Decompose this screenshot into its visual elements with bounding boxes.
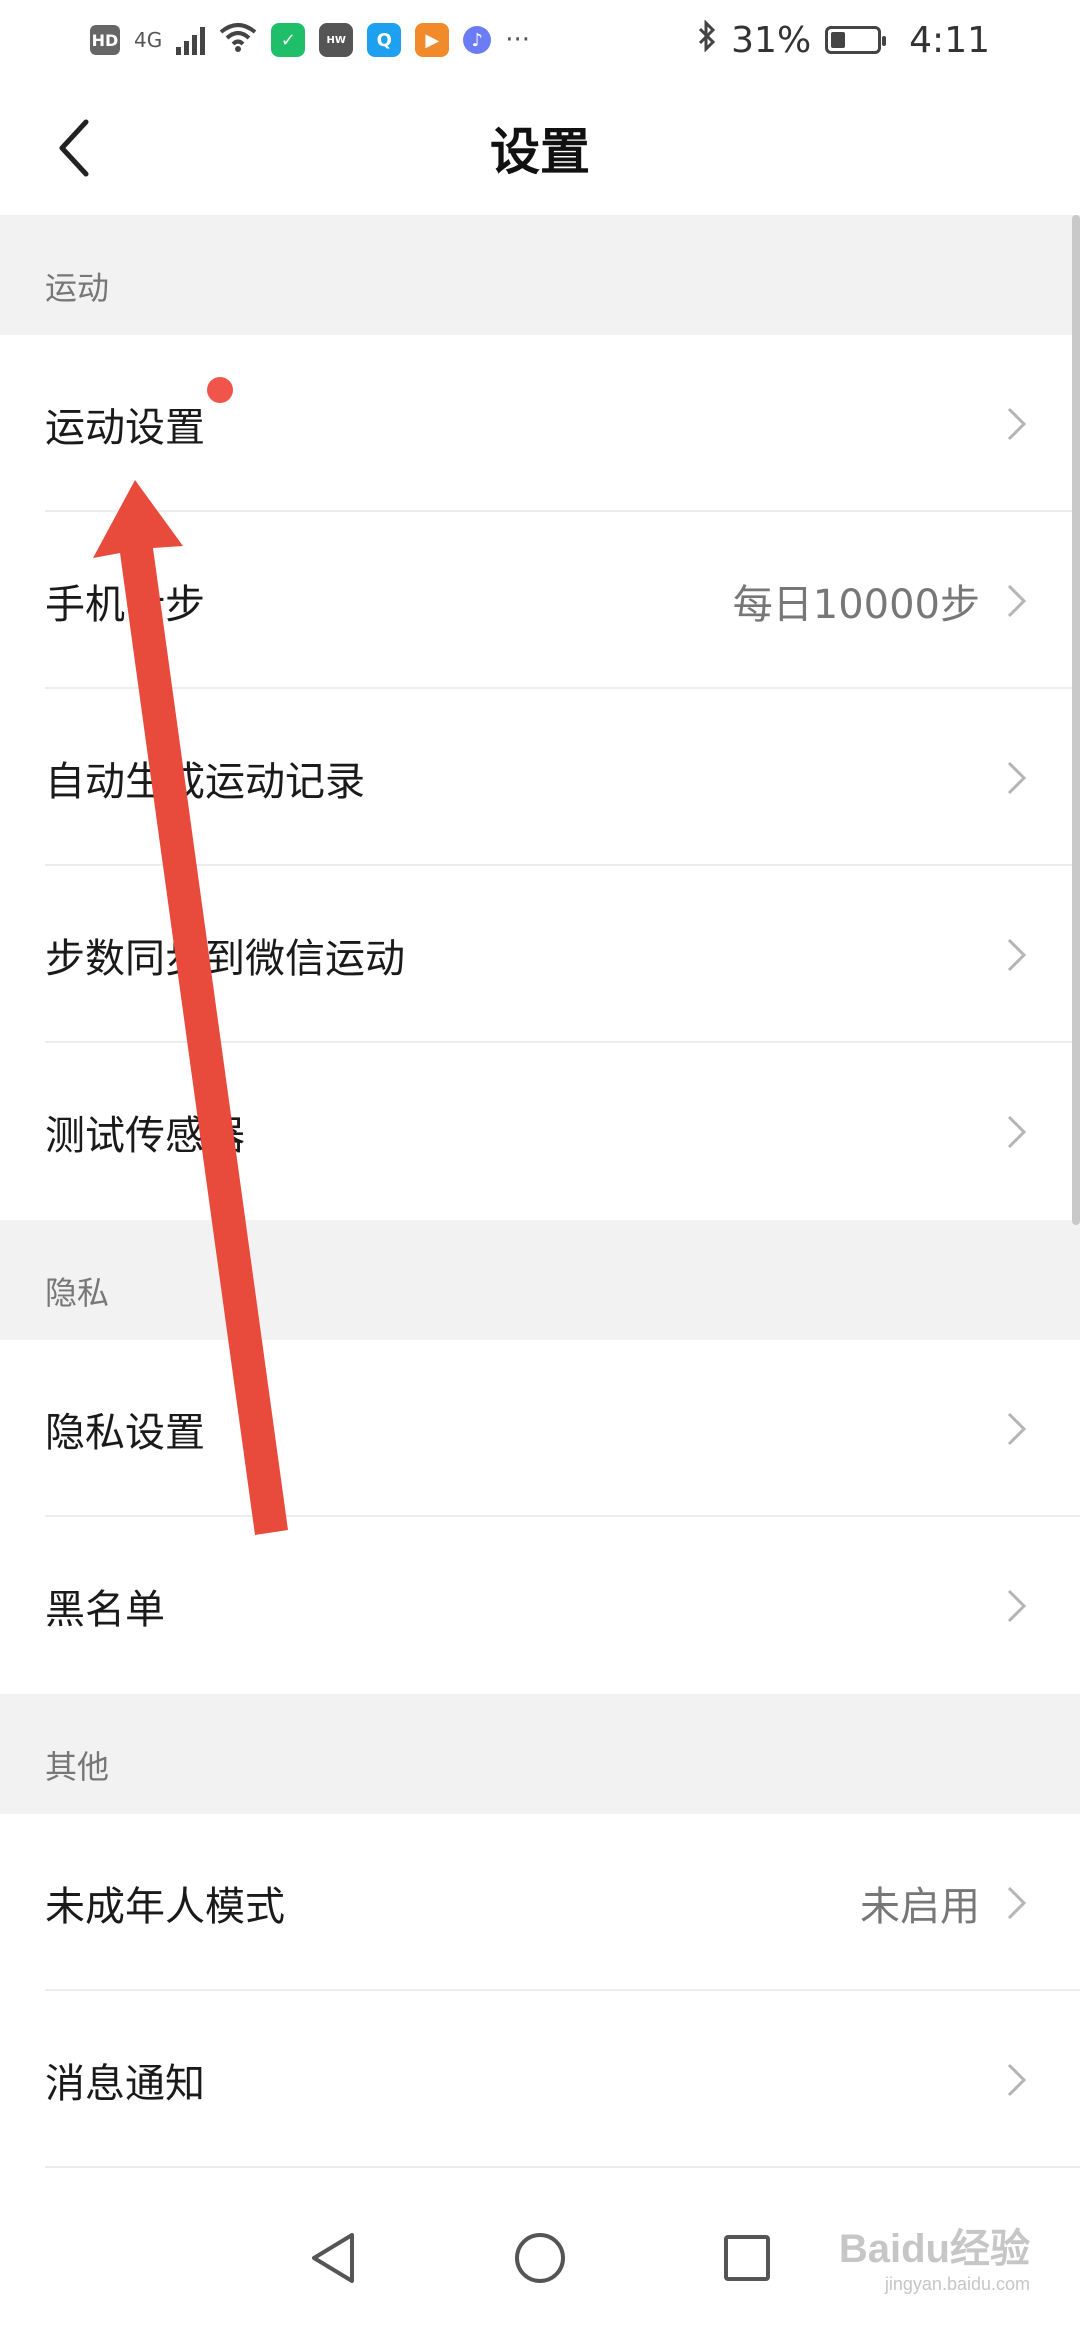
nav-home-button[interactable] [510,2228,570,2288]
triangle-back-icon [312,2232,355,2283]
signal-icon [176,25,206,55]
row-label: 测试传感器 [45,1112,245,1159]
network-type: 4G [134,28,163,52]
status-left: HD 4G ✓ HW Q ▶ ♪ ··· [90,20,530,61]
row-label: 消息通知 [45,2060,205,2107]
huawei-icon: HW [319,23,354,57]
nav-bar: 设置 [0,80,1080,215]
page-title: 设置 [490,122,590,181]
section-header-privacy: 隐私 [0,1220,1080,1340]
scrollbar[interactable] [1072,215,1080,1225]
row-privacy-settings[interactable]: 隐私设置 [0,1340,1080,1517]
row-auto-record[interactable]: 自动生成运动记录 [0,689,1080,866]
bluetooth-icon [697,18,717,61]
status-bar: HD 4G ✓ HW Q ▶ ♪ ··· 31% 4:11 [0,0,1080,80]
notification-dot [207,376,233,403]
row-test-sensor[interactable]: 测试传感器 [0,1043,1080,1220]
row-label: 未成年人模式 [45,1883,285,1930]
row-minor-mode[interactable]: 未成年人模式 未启用 [0,1814,1080,1991]
chevron-right-icon [1007,1886,1027,1919]
battery-level [831,32,846,48]
chevron-right-icon [1007,1589,1027,1622]
square-recents-icon [723,2234,770,2281]
chevron-right-icon [1007,407,1027,440]
section-header-sport: 运动 [0,215,1080,335]
row-blacklist[interactable]: 黑名单 [0,1517,1080,1694]
search-app-icon: Q [367,23,402,57]
chevron-right-icon [1007,938,1027,971]
section-header-other: 其他 [0,1694,1080,1814]
row-label-text: 运动设置 [45,404,205,451]
row-label: 黑名单 [45,1586,165,1633]
row-wechat-sync[interactable]: 步数同步到微信运动 [0,866,1080,1043]
watermark-url: jingyan.baidu.com [884,2274,1030,2294]
row-notifications[interactable]: 消息通知 [0,1991,1080,2168]
chevron-right-icon [1007,1115,1027,1148]
baidu-watermark: Baidu经验 jingyan.baidu.com [839,2216,1030,2295]
more-notifications: ··· [505,25,531,55]
row-value: 未启用 [860,1883,980,1930]
row-label: 隐私设置 [45,1409,205,1456]
row-value: 每日10000步 [732,581,980,628]
circle-home-icon [514,2232,565,2283]
chevron-right-icon [1007,584,1027,617]
battery-icon [825,26,887,54]
chevron-right-icon [1007,761,1027,794]
hd-icon: HD [90,25,120,55]
video-app-icon: ▶ [415,23,450,57]
chevron-right-icon [1007,2063,1027,2096]
clock: 4:11 [909,19,990,61]
battery-percent: 31% [731,19,812,61]
nav-recent-button[interactable] [717,2228,777,2288]
row-label: 运动设置 [45,376,233,453]
chevron-right-icon [1007,1412,1027,1445]
row-sport-settings[interactable]: 运动设置 [0,335,1080,512]
row-phone-pedometer[interactable]: 手机计步 每日10000步 [0,512,1080,689]
settings-list: 运动 运动设置 手机计步 每日10000步 自动生成运动记录 步数同步到微信运动… [0,215,1080,2168]
chevron-left-icon [59,119,89,177]
music-app-icon: ♪ [463,26,492,54]
app-icon-green: ✓ [271,23,306,57]
row-label: 步数同步到微信运动 [45,935,405,982]
row-label: 自动生成运动记录 [45,758,365,805]
nav-back-button[interactable] [303,2228,363,2288]
wifi-icon [219,20,257,61]
back-button[interactable] [36,110,112,186]
status-right: 31% 4:11 [697,18,990,61]
watermark-brand: Baidu经验 [838,2227,1030,2271]
row-label: 手机计步 [45,581,205,628]
